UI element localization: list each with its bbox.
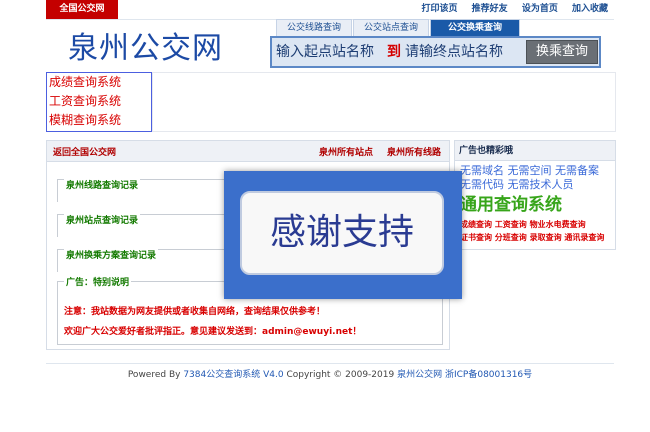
tab-transfer-search[interactable]: 公交换乘查询 xyxy=(430,19,520,37)
ad-line-4: 证书查询 分班查询 录取查询 通讯录查询 xyxy=(460,233,605,242)
ad-panel: 广告也精彩哦 无需域名 无需空间 无需备案 无需代码 无需技术人员 通用查询系统… xyxy=(454,140,616,250)
print-link[interactable]: 打印该页 xyxy=(422,4,458,14)
tab-station-search[interactable]: 公交站点查询 xyxy=(353,19,429,37)
powered-by: Powered By xyxy=(127,370,181,380)
query-system-links: 成绩查询系统 工资查询系统 模糊查询系统 xyxy=(46,72,152,132)
ad-headline: 通用查询系统 xyxy=(460,195,562,215)
thanks-popup[interactable]: 感谢支持 xyxy=(224,171,462,299)
home-link[interactable]: 全国公交网 xyxy=(46,0,118,19)
footer: Powered By 7384公交查询系统 V4.0 Copyright © 2… xyxy=(46,363,614,382)
station-query-history-title: 泉州站点查询记录 xyxy=(64,213,141,226)
notice-legend: 广告：特别说明 xyxy=(64,275,132,288)
ad-banner[interactable]: 无需域名 无需空间 无需备案 无需代码 无需技术人员 通用查询系统 成绩查询 工… xyxy=(460,164,610,244)
icp-link[interactable]: 浙ICP备08001316号 xyxy=(445,370,532,380)
set-homepage-link[interactable]: 设为首页 xyxy=(522,4,558,14)
salary-query-link[interactable]: 工资查询系统 xyxy=(47,92,151,111)
top-links: 打印该页 推荐好友 设为首页 加入收藏 xyxy=(411,0,608,19)
transfer-search-button[interactable]: 换乘查询 xyxy=(526,40,598,64)
top-bar: 全国公交网 打印该页 推荐好友 设为首页 加入收藏 xyxy=(46,0,614,20)
feedback-text: 欢迎广大公交爱好者批评指正。意见建议发送到：admin@ewuyi.net！ xyxy=(64,327,362,337)
grade-query-link[interactable]: 成绩查询系统 xyxy=(47,73,151,92)
tab-line-search[interactable]: 公交线路查询 xyxy=(276,19,352,37)
transfer-query-history-title: 泉州换乘方案查询记录 xyxy=(64,248,159,261)
site-link[interactable]: 泉州公交网 xyxy=(397,370,442,380)
disclaimer-text: 注意：我站数据为网友提供或者收集自网络，查询结果仅供参考！ xyxy=(64,307,326,317)
transfer-search-box: 输入起点站名称 到 请输终点站名称 换乘查询 xyxy=(270,36,601,68)
start-station-input[interactable]: 输入起点站名称 xyxy=(276,41,374,61)
all-stations-link[interactable]: 泉州所有站点 xyxy=(319,145,373,158)
ad-line-3: 成绩查询 工资查询 物业水电费查询 xyxy=(460,220,586,229)
bookmark-link[interactable]: 加入收藏 xyxy=(572,4,608,14)
back-national-link[interactable]: 返回全国公交网 xyxy=(53,145,116,158)
recommend-link[interactable]: 推荐好友 xyxy=(472,4,508,14)
header: 泉州公交网 公交线路查询 公交站点查询 公交换乘查询 输入起点站名称 到 请输终… xyxy=(46,19,614,69)
ad-line-1: 无需域名 无需空间 无需备案 xyxy=(460,164,599,177)
to-label: 到 xyxy=(387,44,401,60)
ad-panel-title: 广告也精彩哦 xyxy=(455,141,615,161)
copyright: Copyright © 2009-2019 xyxy=(286,370,395,380)
main-panel-header: 返回全国公交网 泉州所有站点 泉州所有线路 xyxy=(47,141,449,162)
ad-line-2: 无需代码 无需技术人员 xyxy=(460,178,574,191)
site-logo[interactable]: 泉州公交网 xyxy=(68,23,223,67)
line-query-history-title: 泉州线路查询记录 xyxy=(64,178,141,191)
end-station-input[interactable]: 请输终点站名称 xyxy=(405,41,503,61)
banner-area xyxy=(152,72,616,132)
fuzzy-query-link[interactable]: 模糊查询系统 xyxy=(47,111,151,130)
system-link[interactable]: 7384公交查询系统 V4.0 xyxy=(183,370,283,380)
thanks-card: 感谢支持 xyxy=(240,191,444,275)
all-lines-link[interactable]: 泉州所有线路 xyxy=(387,145,441,158)
thanks-text: 感谢支持 xyxy=(269,212,414,253)
